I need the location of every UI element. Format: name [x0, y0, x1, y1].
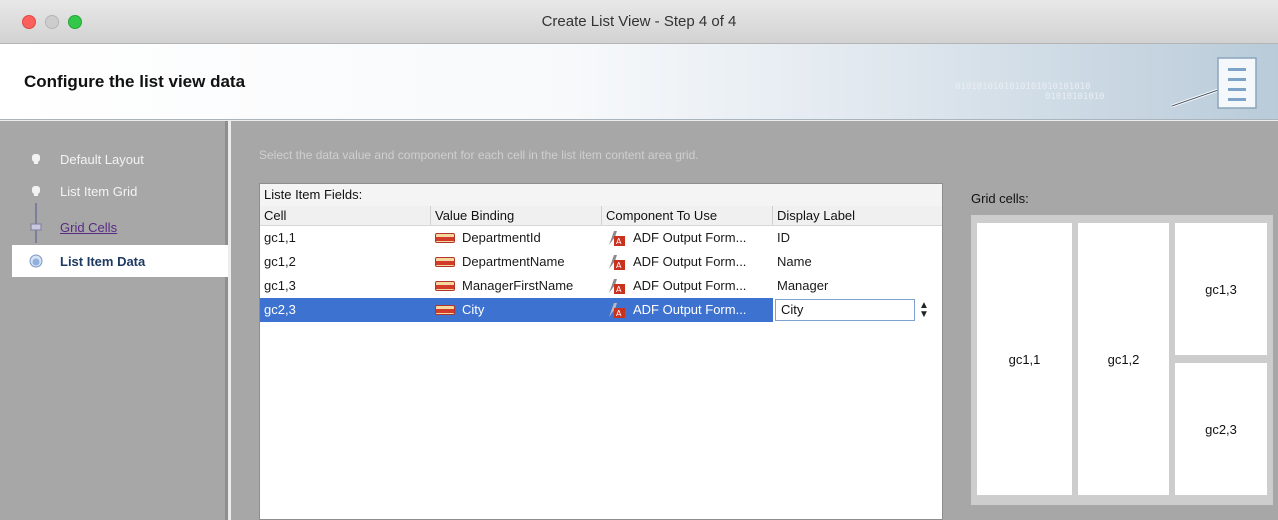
adf-output-component-icon: A: [609, 279, 625, 294]
list-item-fields-table: Liste Item Fields: Cell Value Binding Co…: [259, 183, 943, 520]
attribute-binding-icon: [435, 257, 455, 267]
step-label: List Item Data: [60, 253, 146, 269]
page-title: Configure the list view data: [24, 72, 246, 91]
step-default-layout[interactable]: Default Layout: [12, 143, 228, 175]
table-row-selected[interactable]: gc2,3 City A ADF Output Form... City ▲ ▼: [260, 298, 942, 322]
attribute-binding-icon: [435, 233, 455, 243]
wizard-document-icon: [1171, 57, 1257, 109]
svg-text:A: A: [616, 237, 622, 246]
cell-id: gc2,3: [264, 302, 296, 317]
banner-binary-line-1: 0101010101010101010101010: [955, 82, 1091, 92]
grid-cell-gc2-3[interactable]: gc2,3: [1175, 363, 1267, 495]
main-content: Select the data value and component for …: [231, 121, 1278, 520]
grid-cell-gc1-3[interactable]: gc1,3: [1175, 223, 1267, 355]
step-list-item-data[interactable]: List Item Data: [12, 245, 228, 277]
attribute-binding-icon: [435, 305, 455, 315]
grid-cell-gc1-1[interactable]: gc1,1: [977, 223, 1072, 495]
cell-id: gc1,2: [264, 254, 296, 269]
adf-output-component-icon: A: [609, 255, 625, 270]
cell-id: gc1,1: [264, 230, 296, 245]
grid-cells-preview: gc1,1 gc1,2 gc1,3 gc2,3: [971, 215, 1273, 505]
adf-output-component-icon: A: [609, 231, 625, 246]
step-grid-cells[interactable]: Grid Cells: [12, 211, 228, 243]
display-label-spinner[interactable]: ▲ ▼: [919, 301, 929, 320]
value-binding-cell[interactable]: DepartmentId: [431, 226, 602, 250]
window-title: Create List View - Step 4 of 4: [541, 13, 737, 30]
grid-cell-gc1-2[interactable]: gc1,2: [1078, 223, 1169, 495]
value-binding-text: DepartmentName: [462, 254, 565, 269]
column-header-cell[interactable]: Cell: [260, 206, 431, 225]
component-cell[interactable]: A ADF Output Form...: [602, 226, 773, 250]
component-cell[interactable]: A ADF Output Form...: [602, 298, 773, 322]
step-label: List Item Grid: [60, 183, 138, 199]
wizard-steps-sidebar: Default Layout List Item Grid Grid Cells…: [0, 121, 228, 520]
display-label-cell[interactable]: City ▲ ▼: [773, 298, 942, 322]
fields-table-title: Liste Item Fields:: [260, 184, 942, 206]
value-binding-cell[interactable]: DepartmentName: [431, 250, 602, 274]
instructions-text: Select the data value and component for …: [259, 148, 699, 162]
component-cell[interactable]: A ADF Output Form...: [602, 250, 773, 274]
column-header-value-binding[interactable]: Value Binding: [431, 206, 602, 225]
table-row[interactable]: gc1,1 DepartmentId A ADF Output Form... I…: [260, 226, 942, 250]
component-text: ADF Output Form...: [633, 278, 747, 293]
step-list-item-grid[interactable]: List Item Grid: [12, 175, 228, 207]
value-binding-cell[interactable]: ManagerFirstName: [431, 274, 602, 298]
step-done-icon: [29, 184, 43, 198]
step-label: Grid Cells: [60, 219, 118, 235]
step-link-icon: [29, 220, 43, 234]
svg-text:A: A: [616, 261, 622, 270]
table-row[interactable]: gc1,3 ManagerFirstName A ADF Output Form.…: [260, 274, 942, 298]
table-body: gc1,1 DepartmentId A ADF Output Form... I…: [260, 226, 942, 322]
value-binding-text: ManagerFirstName: [462, 278, 574, 293]
component-text: ADF Output Form...: [633, 254, 747, 269]
table-row[interactable]: gc1,2 DepartmentName A ADF Output Form...…: [260, 250, 942, 274]
column-header-component[interactable]: Component To Use: [602, 206, 773, 225]
component-text: ADF Output Form...: [633, 302, 747, 317]
cell-id: gc1,3: [264, 278, 296, 293]
step-current-icon: [29, 254, 43, 268]
banner-binary-line-2: 01010101010: [1045, 92, 1105, 102]
value-binding-text: City: [462, 302, 485, 317]
table-header: Cell Value Binding Component To Use Disp…: [260, 206, 942, 226]
grid-cells-label: Grid cells:: [971, 191, 1029, 206]
display-label-cell[interactable]: Name: [773, 250, 942, 274]
column-header-display-label[interactable]: Display Label: [773, 206, 942, 225]
component-text: ADF Output Form...: [633, 230, 747, 245]
value-binding-cell[interactable]: City: [431, 298, 602, 322]
svg-text:A: A: [616, 285, 622, 294]
step-label: Default Layout: [60, 151, 144, 167]
svg-text:A: A: [616, 309, 622, 318]
title-bar: Create List View - Step 4 of 4: [0, 0, 1278, 44]
display-label-cell[interactable]: ID: [773, 226, 942, 250]
banner-decoration: 0101010101010101010101010 01010101010: [955, 82, 1105, 102]
adf-output-component-icon: A: [609, 303, 625, 318]
display-label-input[interactable]: City: [775, 299, 915, 321]
step-done-icon: [29, 152, 43, 166]
component-cell[interactable]: A ADF Output Form...: [602, 274, 773, 298]
spinner-down-icon[interactable]: ▼: [919, 310, 929, 320]
display-label-cell[interactable]: Manager: [773, 274, 942, 298]
attribute-binding-icon: [435, 281, 455, 291]
header-banner: Configure the list view data 01010101010…: [0, 44, 1278, 120]
value-binding-text: DepartmentId: [462, 230, 541, 245]
